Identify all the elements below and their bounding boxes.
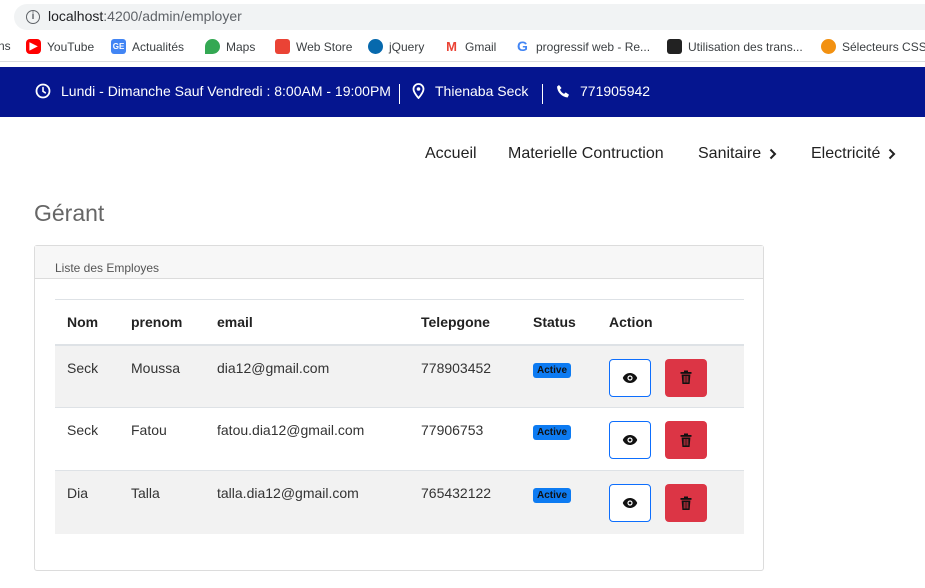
page-title: Gérant	[34, 200, 105, 226]
divider	[542, 84, 543, 104]
eye-icon	[622, 372, 638, 383]
bookmark-actualites[interactable]: GE Actualités	[111, 39, 184, 54]
eye-icon	[622, 498, 638, 508]
nav-electricite[interactable]: Electricité	[811, 145, 896, 163]
trash-icon	[680, 433, 692, 447]
status-badge: Active	[533, 362, 572, 378]
trash-icon	[680, 370, 692, 384]
bookmark-progressif[interactable]: Gprogressif web - Re...	[515, 39, 650, 54]
cell-nom: Seck	[55, 344, 119, 408]
nav-accueil[interactable]: Accueil	[425, 145, 477, 163]
url-text[interactable]: localhost:4200/admin/employer	[48, 8, 242, 24]
table-header-row: Nom prenom email Telepgone Status Action	[55, 299, 744, 346]
bookmarks-bar: ns ▶YouTube GEActualités Maps Web Store …	[0, 34, 925, 62]
column-header-status: Status	[521, 299, 597, 346]
bookmark-apps[interactable]: ns	[0, 39, 11, 53]
gmail-icon: M	[444, 39, 459, 54]
cell-nom: Seck	[55, 407, 119, 471]
divider	[399, 84, 400, 104]
cell-telephone: 77906753	[409, 407, 521, 471]
chevron-right-icon	[889, 148, 896, 160]
browser-url-bar: i localhost:4200/admin/employer	[0, 0, 925, 34]
cell-status: Active	[521, 470, 597, 534]
location: Thienaba Seck	[412, 83, 528, 99]
bookmark-utilisation[interactable]: Utilisation des trans...	[667, 39, 803, 54]
view-button[interactable]	[609, 358, 651, 397]
cell-email: fatou.dia12@gmail.com	[205, 407, 409, 471]
bookmark-youtube[interactable]: ▶ YouTube	[26, 39, 94, 54]
bookmark-gmail[interactable]: M Gmail	[444, 39, 496, 54]
cell-prenom: Fatou	[119, 407, 205, 471]
cell-email: talla.dia12@gmail.com	[205, 470, 409, 534]
nav-sanitaire[interactable]: Sanitaire	[698, 145, 777, 163]
status-badge: Active	[533, 425, 572, 440]
trash-icon	[680, 496, 692, 510]
status-badge: Active	[533, 488, 572, 503]
table-row: Dia Talla talla.dia12@gmail.com 76543212…	[55, 470, 744, 534]
delete-button[interactable]	[665, 421, 707, 459]
employees-table: Nom prenom email Telepgone Status Action…	[55, 299, 744, 534]
delete-button[interactable]	[665, 484, 707, 522]
cell-actions	[597, 344, 744, 408]
card-header: Liste des Employes	[35, 246, 763, 279]
cell-prenom: Talla	[119, 470, 205, 534]
view-button[interactable]	[609, 484, 651, 522]
cell-telephone: 778903452	[409, 344, 521, 408]
cell-actions	[597, 470, 744, 534]
location-text: Thienaba Seck	[435, 83, 529, 99]
phone-icon	[557, 84, 569, 97]
column-header-nom: Nom	[55, 299, 119, 346]
column-header-prenom: prenom	[119, 299, 205, 346]
view-button[interactable]	[609, 421, 651, 459]
clock-icon	[35, 83, 51, 99]
cell-prenom: Moussa	[119, 344, 205, 408]
maps-icon	[205, 39, 220, 54]
jquery-icon	[368, 39, 383, 54]
address-bar[interactable]: i localhost:4200/admin/employer	[14, 4, 925, 30]
top-info-bar: Lundi - Dimanche Sauf Vendredi : 8:00AM …	[0, 67, 925, 117]
map-pin-icon	[412, 83, 425, 99]
chevron-right-icon	[769, 148, 777, 160]
eye-icon	[622, 435, 638, 445]
nav-materielle-construction[interactable]: Materielle Contruction	[508, 145, 664, 163]
bookmark-jquery[interactable]: jQuery	[368, 39, 424, 54]
css-site-icon	[821, 39, 836, 54]
column-header-action: Action	[597, 299, 744, 346]
opening-hours: Lundi - Dimanche Sauf Vendredi : 8:00AM …	[35, 83, 391, 99]
delete-button[interactable]	[665, 358, 707, 397]
phone: 771905942	[556, 83, 650, 99]
cell-telephone: 765432122	[409, 470, 521, 534]
web-store-icon	[275, 39, 290, 54]
youtube-icon: ▶	[26, 39, 41, 54]
table-row: Seck Moussa dia12@gmail.com 778903452 Ac…	[55, 344, 744, 408]
column-header-email: email	[205, 299, 409, 346]
cell-actions	[597, 407, 744, 471]
info-icon[interactable]: i	[26, 10, 40, 24]
column-header-telephone: Telepgone	[409, 299, 521, 346]
employees-card: Liste des Employes Nom prenom email Tele…	[34, 245, 764, 571]
table-row: Seck Fatou fatou.dia12@gmail.com 7790675…	[55, 407, 744, 471]
cell-status: Active	[521, 407, 597, 471]
bookmark-selecteurs[interactable]: Sélecteurs CSS	[821, 39, 925, 54]
opening-hours-text: Lundi - Dimanche Sauf Vendredi : 8:00AM …	[61, 83, 391, 99]
cell-email: dia12@gmail.com	[205, 344, 409, 408]
site-icon	[667, 39, 682, 54]
google-icon: G	[515, 39, 530, 54]
cell-status: Active	[521, 344, 597, 408]
google-news-icon: GE	[111, 39, 126, 54]
phone-text: 771905942	[580, 83, 651, 99]
bookmark-webstore[interactable]: Web Store	[275, 39, 352, 54]
bookmark-maps[interactable]: Maps	[205, 39, 255, 54]
cell-nom: Dia	[55, 470, 119, 534]
